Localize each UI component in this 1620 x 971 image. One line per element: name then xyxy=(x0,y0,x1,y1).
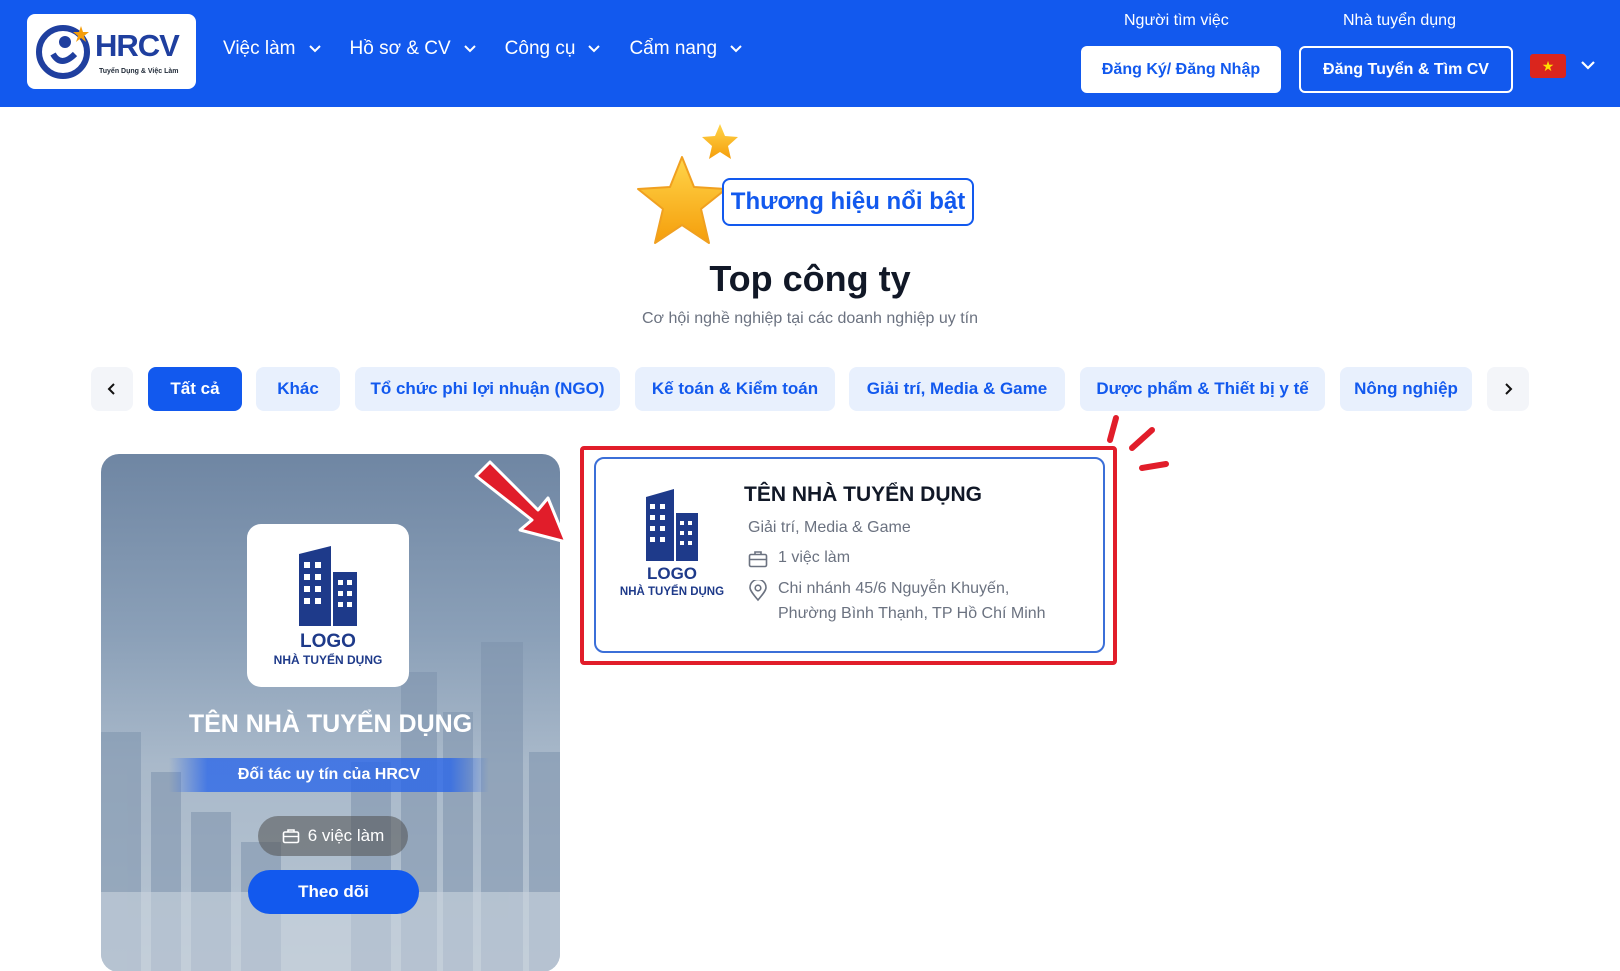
employer-address: Chi nhánh 45/6 Nguyễn Khuyến, Phường Bìn… xyxy=(748,579,1046,626)
vietnam-flag-icon[interactable]: ★ xyxy=(1530,54,1566,78)
employer-jobs-count[interactable]: 1 việc làm xyxy=(748,549,850,568)
featured-company-logo: LOGO NHÀ TUYỂN DỤNG xyxy=(247,524,409,687)
nav-jobs-label: Việc làm xyxy=(223,38,296,59)
nav-handbook[interactable]: Cẩm nang xyxy=(629,38,743,60)
follow-button[interactable]: Theo dõi xyxy=(248,870,419,914)
employer-label: Nhà tuyển dụng xyxy=(1343,12,1456,29)
nav-tools[interactable]: Công cụ xyxy=(505,38,602,60)
nav-profile-cv[interactable]: Hồ sơ & CV xyxy=(350,38,477,60)
briefcase-icon xyxy=(282,829,300,844)
featured-jobs-count[interactable]: 6 việc làm xyxy=(258,816,408,856)
chevron-down-icon xyxy=(730,45,742,53)
main-nav: Việc làm Hồ sơ & CV Công cụ Cẩm nang xyxy=(223,38,771,60)
nav-tools-label: Công cụ xyxy=(504,38,576,59)
tab-ngo[interactable]: Tổ chức phi lợi nhuận (NGO) xyxy=(355,367,620,411)
employer-industry: Giải trí, Media & Game xyxy=(748,519,911,536)
employer-name[interactable]: TÊN NHÀ TUYỂN DỤNG xyxy=(744,483,982,507)
chevron-down-icon[interactable] xyxy=(1580,58,1596,72)
location-pin-icon xyxy=(749,580,767,602)
featured-logo-line2: NHÀ TUYỂN DỤNG xyxy=(274,652,383,667)
card-logo-line2: NHÀ TUYỂN DỤNG xyxy=(620,585,724,598)
address-line-2: Phường Bình Thạnh, TP Hồ Chí Minh xyxy=(778,605,1046,622)
chevron-right-icon xyxy=(1505,383,1513,395)
tab-pharma[interactable]: Dược phẩm & Thiết bị y tế xyxy=(1080,367,1325,411)
post-job-button[interactable]: Đăng Tuyển & Tìm CV xyxy=(1299,46,1513,93)
featured-brands-badge: Thương hiệu nổi bật xyxy=(722,178,974,226)
nav-jobs[interactable]: Việc làm xyxy=(223,38,322,60)
tab-entertainment[interactable]: Giải trí, Media & Game xyxy=(849,367,1065,411)
chevron-down-icon xyxy=(308,45,321,53)
red-arrow-annotation xyxy=(474,460,568,544)
employer-card[interactable]: LOGO NHÀ TUYỂN DỤNG TÊN NHÀ TUYỂN DỤNG G… xyxy=(594,457,1105,653)
tab-accounting[interactable]: Kế toán & Kiểm toán xyxy=(635,367,835,411)
tabs-prev-button[interactable] xyxy=(91,367,133,411)
page-title: Top công ty xyxy=(709,258,911,299)
tab-other[interactable]: Khác xyxy=(256,367,340,411)
company-logo: LOGO NHÀ TUYỂN DỤNG xyxy=(620,489,724,598)
job-seeker-label: Người tìm việc xyxy=(1124,12,1229,29)
chevron-left-icon xyxy=(107,383,115,395)
building-icon: LOGO NHÀ TUYỂN DỤNG xyxy=(274,546,383,667)
chevron-down-icon xyxy=(588,45,601,53)
card-logo-line1: LOGO xyxy=(647,564,697,583)
featured-company-name: TÊN NHÀ TUYỂN DỤNG xyxy=(188,710,473,738)
tabs-next-button[interactable] xyxy=(1487,367,1529,411)
brand-tagline: Tuyển Dụng & Việc Làm xyxy=(99,68,179,75)
employer-address-text: Chi nhánh 45/6 Nguyễn Khuyến, Phường Bìn… xyxy=(778,576,1046,626)
star-icon xyxy=(637,156,727,244)
top-header: HRCV Tuyển Dụng & Việc Làm Việc làm Hồ s… xyxy=(0,0,1620,107)
briefcase-icon xyxy=(748,551,768,568)
page-subtitle: Cơ hội nghề nghiệp tại các doanh nghiệp … xyxy=(641,310,979,327)
address-line-1: Chi nhánh 45/6 Nguyễn Khuyến, xyxy=(778,580,1010,597)
tab-all[interactable]: Tất cả xyxy=(148,367,242,411)
brand-mark-icon xyxy=(36,25,90,79)
chevron-down-icon xyxy=(463,45,476,53)
tab-agriculture[interactable]: Nông nghiệp xyxy=(1340,367,1472,411)
nav-handbook-label: Cẩm nang xyxy=(629,38,718,59)
register-login-button[interactable]: Đăng Ký/ Đăng Nhập xyxy=(1081,46,1281,93)
featured-jobs-label: 6 việc làm xyxy=(307,826,385,845)
employer-jobs-label: 1 việc làm xyxy=(778,549,851,566)
featured-logo-line1: LOGO xyxy=(300,631,356,652)
brand-logo[interactable]: HRCV Tuyển Dụng & Việc Làm xyxy=(27,14,196,89)
brand-name: HRCV xyxy=(95,28,180,63)
partner-badge: Đối tác uy tín của HRCV xyxy=(169,758,489,792)
nav-profile-cv-label: Hồ sơ & CV xyxy=(349,38,451,59)
